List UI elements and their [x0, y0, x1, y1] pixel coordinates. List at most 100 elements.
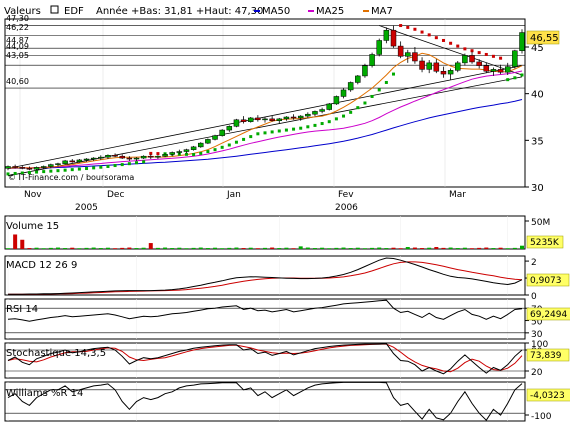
- psar-dot: [227, 143, 231, 147]
- volume-bar: [377, 247, 382, 249]
- volume-bar: [291, 248, 296, 249]
- volume-bar: [198, 247, 203, 249]
- candle: [112, 155, 118, 157]
- volume-bar: [412, 247, 417, 249]
- psar-dot: [392, 72, 395, 76]
- volume-bar: [370, 247, 375, 249]
- psar-dot: [284, 128, 288, 132]
- psar-dot: [242, 137, 246, 141]
- candle: [190, 146, 197, 150]
- volume-bar: [327, 248, 332, 249]
- volume-bar: [120, 247, 125, 249]
- volume-bar: [248, 247, 253, 249]
- candle: [405, 52, 411, 57]
- candle: [347, 82, 354, 91]
- psar-dot: [334, 117, 338, 121]
- candle: [140, 155, 147, 159]
- psar-dot: [56, 169, 60, 173]
- psar-dot: [113, 164, 117, 168]
- psar-dot: [327, 120, 331, 124]
- candle: [90, 157, 97, 160]
- stochastic-value: 73,839: [530, 351, 562, 361]
- volume-bar: [55, 247, 60, 249]
- psar-dot: [192, 153, 196, 157]
- year-label: 2006: [335, 203, 358, 213]
- last-price-value: 46,55: [530, 33, 559, 44]
- volume-bar: [362, 248, 367, 249]
- psar-dot: [406, 25, 410, 29]
- psar-dot: [342, 114, 346, 118]
- candle: [19, 167, 26, 169]
- psar-dot: [234, 140, 238, 144]
- volume-bar: [491, 248, 496, 249]
- psar-dot: [156, 152, 160, 156]
- volume-bar: [48, 247, 53, 249]
- volume-bar: [255, 248, 260, 249]
- volume-bar: [462, 247, 467, 249]
- rsi-title: RSI 14: [6, 304, 38, 315]
- psar-dot: [313, 123, 317, 127]
- candle: [169, 152, 175, 155]
- volume-bar: [427, 247, 432, 249]
- rsi-value: 69,2494: [530, 310, 567, 320]
- volume-bar: [241, 248, 246, 249]
- candle: [340, 89, 347, 97]
- candle: [305, 113, 311, 117]
- macd-title: MACD 12 26 9: [6, 260, 77, 271]
- candle: [183, 149, 190, 152]
- candle: [383, 29, 390, 41]
- williams-panel: Williams %R 14 -100 -4,0323: [4, 381, 570, 422]
- level-label: 47,30: [6, 14, 29, 23]
- volume-bar: [70, 247, 75, 249]
- volume-bar: [312, 248, 317, 249]
- psar-dot: [306, 125, 310, 129]
- volume-bar: [205, 248, 210, 249]
- volume-bar: [163, 247, 168, 249]
- psar-dot: [491, 54, 495, 58]
- candle: [83, 158, 90, 161]
- williams-value: -4,0323: [530, 391, 565, 401]
- y-tick-label: 30: [531, 183, 544, 194]
- volume-bar: [384, 248, 389, 249]
- macd-value: 0,9073: [530, 276, 562, 286]
- volume-bar: [270, 247, 275, 249]
- candle: [476, 61, 482, 66]
- candle: [276, 118, 283, 121]
- psar-dot: [420, 30, 424, 34]
- legend-ma50: MA50: [262, 6, 290, 17]
- candle: [497, 69, 504, 73]
- x-tick-label: Dec: [107, 190, 124, 200]
- psar-dot: [520, 73, 524, 77]
- candle: [76, 159, 83, 163]
- candle: [355, 75, 361, 83]
- candle: [233, 119, 240, 127]
- candle: [255, 117, 261, 121]
- volume-bar: [98, 248, 103, 249]
- stochastic-panel: Stochastique 14,3,5100802073,839: [4, 340, 570, 379]
- candle: [262, 118, 268, 121]
- volume-bar: [34, 247, 39, 249]
- panel-y-tick-label: -100: [531, 412, 552, 422]
- psar-dot: [477, 51, 481, 55]
- panel-y-tick-label: 0: [531, 292, 537, 302]
- candle: [412, 52, 418, 62]
- volume-bar: [391, 247, 396, 249]
- psar-dot: [320, 122, 324, 126]
- candle: [512, 50, 518, 67]
- level-label: 43,05: [6, 51, 29, 60]
- psar-dot: [135, 161, 138, 165]
- volume-bar: [263, 247, 267, 249]
- ma-legend: MA50 MA25 MA7: [254, 6, 393, 17]
- candle: [162, 154, 168, 157]
- volume-bar: [420, 248, 425, 249]
- psar-dot: [384, 80, 388, 84]
- candle: [176, 151, 183, 153]
- candle: [376, 40, 382, 55]
- volume-bar: [13, 234, 18, 249]
- candle: [98, 156, 104, 159]
- volume-bar: [484, 247, 489, 249]
- volume-bar: [520, 245, 524, 249]
- psar-dot: [99, 165, 103, 169]
- level-label: 40,60: [6, 77, 29, 86]
- candle: [40, 166, 47, 168]
